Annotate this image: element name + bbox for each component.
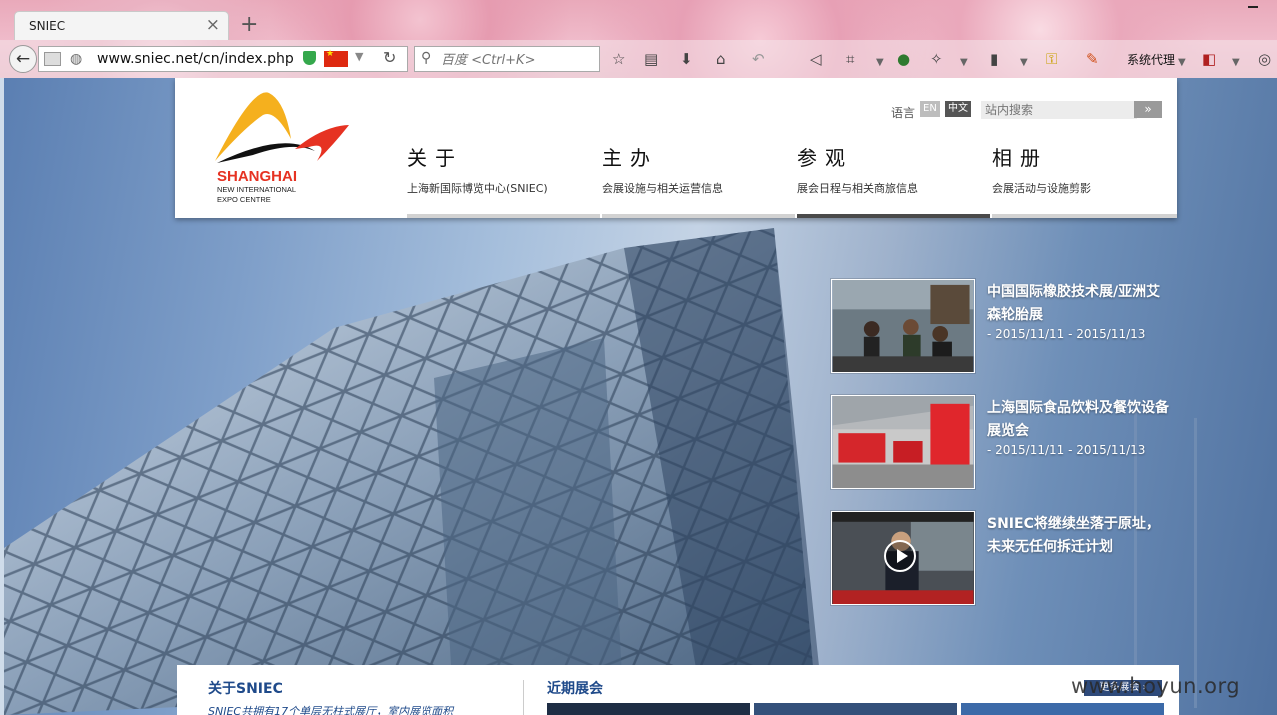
- url-text[interactable]: www.sniec.net/cn/index.php: [97, 51, 294, 67]
- nav-underline-active: [797, 214, 990, 218]
- back-button[interactable]: ←: [9, 45, 37, 73]
- clipboard-icon[interactable]: ▮: [990, 49, 998, 69]
- home-icon[interactable]: ⌂: [716, 49, 726, 69]
- chevron-down-icon[interactable]: ▼: [1232, 53, 1240, 73]
- nav-subtitle: 会展活动与设施剪影: [992, 182, 1091, 195]
- news-thumbnail-food-expo[interactable]: [831, 395, 975, 489]
- arrow-left-icon: ←: [15, 49, 31, 69]
- crop-icon[interactable]: ⌗: [846, 49, 854, 69]
- exhibition-thumbnail[interactable]: [961, 703, 1164, 715]
- menu-globe-icon[interactable]: ◎: [1258, 49, 1271, 69]
- reload-icon[interactable]: ↻: [383, 48, 396, 67]
- security-shield-icon[interactable]: [303, 51, 316, 65]
- play-icon[interactable]: [884, 540, 916, 572]
- sniec-logo[interactable]: SHANGHAI NEW INTERNATIONAL EXPO CENTRE: [213, 91, 353, 206]
- site-header: SHANGHAI NEW INTERNATIONAL EXPO CENTRE 语…: [175, 78, 1177, 218]
- window-minimize-icon[interactable]: [1248, 0, 1258, 8]
- language-label: 语言: [891, 106, 916, 120]
- watermark-text: www.hoyun.org: [1071, 674, 1241, 698]
- key-icon[interactable]: ⚿: [1046, 49, 1057, 69]
- browser-search-input[interactable]: [439, 50, 598, 70]
- browser-tab[interactable]: SNIEC ×: [14, 11, 229, 40]
- news-title[interactable]: 上海国际食品饮料及餐饮设备展览会: [987, 397, 1173, 443]
- undo-icon[interactable]: ↶: [752, 49, 765, 69]
- nav-subtitle: 上海新国际博览中心(SNIEC): [407, 182, 548, 195]
- nav-underline: [602, 214, 795, 218]
- news-thumbnail-rubber-expo[interactable]: [831, 279, 975, 373]
- new-tab-button[interactable]: +: [240, 12, 258, 37]
- nav-title: 相册: [992, 146, 1048, 170]
- exhibition-thumbnail[interactable]: [754, 703, 957, 715]
- browser-search-box[interactable]: ⚲: [414, 46, 600, 72]
- news-date: - 2015/11/11 - 2015/11/13: [987, 443, 1146, 457]
- search-icon: ⚲: [421, 50, 432, 66]
- logo-line2: NEW INTERNATIONAL: [217, 185, 296, 194]
- chevron-down-icon[interactable]: ▼: [960, 53, 968, 73]
- globe-icon: ◍: [70, 51, 83, 67]
- exhibition-thumbnail[interactable]: [547, 703, 750, 715]
- tab-title: SNIEC: [29, 19, 66, 33]
- about-sniec-title[interactable]: 关于SNIEC: [208, 678, 283, 698]
- brush-icon[interactable]: ✎: [1086, 49, 1099, 69]
- nav-title: 主办: [602, 146, 658, 170]
- logo-line1: SHANGHAI: [217, 168, 297, 185]
- chevron-down-icon[interactable]: ▼: [1020, 53, 1028, 73]
- news-title[interactable]: 中国国际橡胶技术展/亚洲艾森轮胎展: [987, 281, 1173, 327]
- news-date: - 2015/11/11 - 2015/11/13: [987, 327, 1146, 341]
- about-sniec-text: SNIEC共拥有17个单层无柱式展厅，室内展览面积: [208, 705, 454, 715]
- lang-cn-button[interactable]: 中文: [945, 101, 971, 117]
- nav-underline: [992, 214, 1177, 218]
- extension-icon[interactable]: ✧: [930, 49, 943, 69]
- web-page: SHANGHAI NEW INTERNATIONAL EXPO CENTRE 语…: [4, 78, 1277, 715]
- volume-icon[interactable]: ◁: [810, 49, 822, 69]
- nav-title: 参观: [797, 146, 853, 170]
- nav-organize[interactable]: 主办 会展设施与相关运营信息: [602, 142, 792, 196]
- nav-underline: [407, 214, 600, 218]
- browser-chrome: SNIEC × + ← ◍ www.sniec.net/cn/index.php…: [0, 0, 1277, 78]
- nav-gallery[interactable]: 相册 会展活动与设施剪影: [992, 142, 1182, 196]
- divider: [523, 680, 524, 715]
- nav-visit[interactable]: 参观 展会日程与相关商旅信息: [797, 142, 987, 196]
- news-thumbnail-video[interactable]: [831, 511, 975, 605]
- nav-about[interactable]: 关于 上海新国际博览中心(SNIEC): [407, 142, 597, 196]
- news-title[interactable]: SNIEC将继续坐落于原址，未来无任何拆迁计划: [987, 513, 1173, 559]
- lang-en-button[interactable]: EN: [920, 101, 940, 117]
- translate-icon[interactable]: ◧: [1202, 49, 1216, 69]
- close-tab-icon[interactable]: ×: [206, 15, 220, 35]
- nav-title: 关于: [407, 146, 463, 170]
- nav-subtitle: 会展设施与相关运营信息: [602, 182, 723, 195]
- chevron-down-icon[interactable]: ▼: [876, 53, 884, 73]
- green-orb-icon[interactable]: ●: [897, 49, 910, 69]
- logo-line3: EXPO CENTRE: [217, 195, 271, 204]
- nav-subtitle: 展会日程与相关商旅信息: [797, 182, 918, 195]
- page-icon: [44, 52, 61, 66]
- address-bar[interactable]: ◍ www.sniec.net/cn/index.php ▼ ↻: [38, 46, 408, 72]
- china-flag-icon[interactable]: [324, 49, 348, 67]
- chevron-down-icon[interactable]: ▼: [355, 50, 363, 63]
- bookmarks-list-icon[interactable]: ▤: [644, 49, 658, 69]
- download-icon[interactable]: ⬇: [680, 49, 693, 69]
- chevron-down-icon[interactable]: ▼: [1178, 53, 1186, 73]
- recent-exhibitions-title[interactable]: 近期展会: [547, 678, 603, 698]
- system-proxy-button[interactable]: 系统代理: [1127, 51, 1175, 68]
- site-search-button[interactable]: »: [1134, 101, 1162, 118]
- site-search-input[interactable]: [981, 101, 1137, 119]
- bookmark-star-icon[interactable]: ☆: [612, 49, 625, 69]
